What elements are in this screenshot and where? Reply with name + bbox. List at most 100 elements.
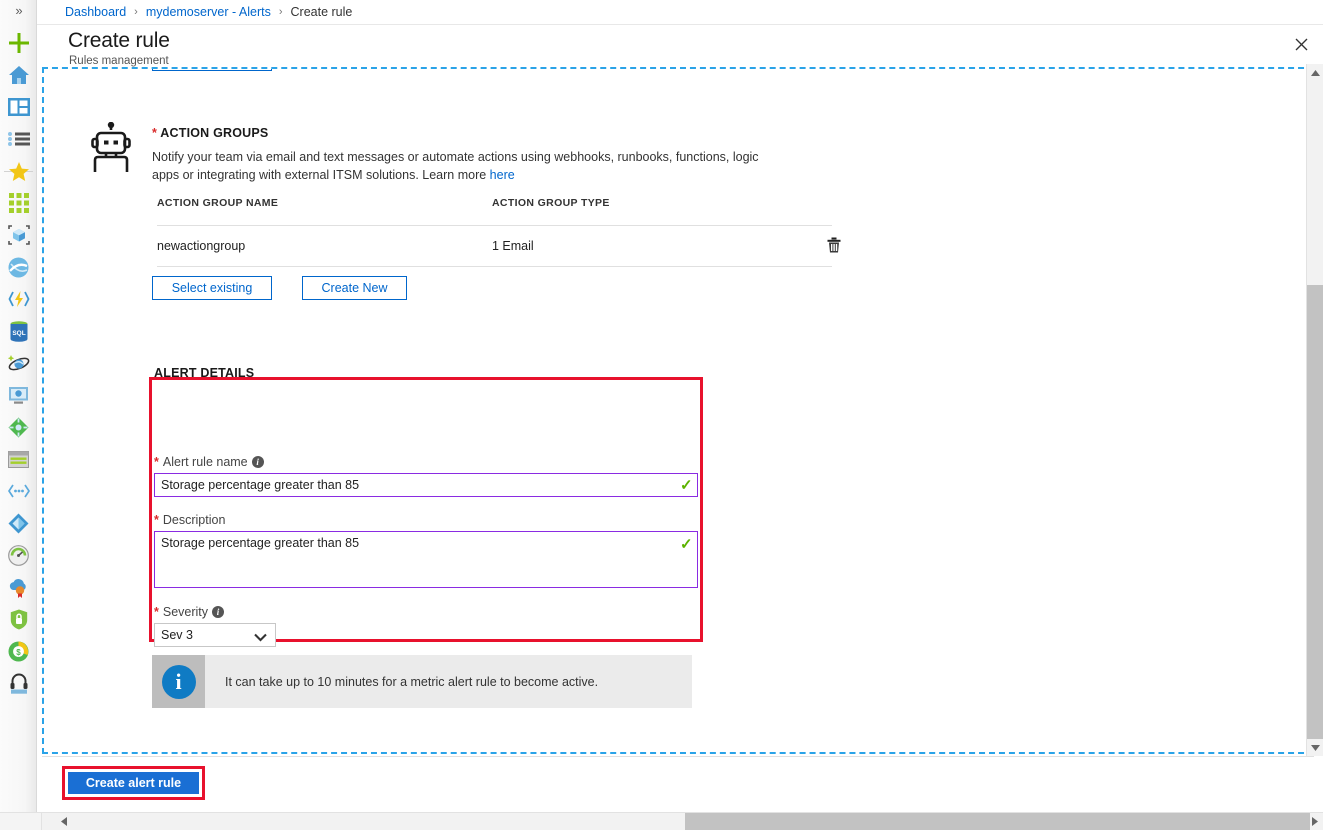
action-groups-table: ACTION GROUP NAME ACTION GROUP TYPE newa…: [157, 197, 841, 267]
lightning-icon: [7, 291, 30, 307]
storage-icon: [8, 450, 29, 468]
plus-icon: [8, 33, 29, 53]
info-icon[interactable]: i: [251, 456, 264, 468]
sidebar-item-home[interactable]: [0, 62, 37, 88]
grid-icon: [8, 193, 29, 213]
monitor-icon: [9, 386, 28, 404]
scrollbar-corner: [0, 812, 42, 830]
svg-text:SQL: SQL: [12, 330, 25, 337]
horizontal-scrollbar[interactable]: [42, 812, 1323, 830]
alert-details-highlight-box: [149, 377, 703, 642]
expand-rail-chevron-icon[interactable]: »: [0, 2, 37, 20]
table-row: newactiongroup 1 Email: [157, 226, 841, 266]
required-marker: *: [152, 126, 158, 140]
cell-action-group-name: newactiongroup: [157, 239, 246, 253]
alert-rule-name-label-text: Alert rule name: [162, 455, 248, 469]
sidebar-item-favorites[interactable]: [0, 158, 37, 184]
diamond-icon: [8, 513, 29, 533]
scrolled-off-button[interactable]: [152, 69, 272, 71]
sidebar-item-storage-accounts[interactable]: [0, 446, 37, 472]
sidebar-item-virtual-machines[interactable]: [0, 382, 37, 408]
scroll-up-arrow-icon[interactable]: [1307, 64, 1323, 81]
scroll-left-arrow-icon[interactable]: [55, 813, 72, 830]
create-new-action-group-button[interactable]: Create New: [302, 276, 407, 300]
left-navigation-rail: » SQL $: [0, 0, 37, 830]
dashboard-icon: [7, 98, 30, 116]
sidebar-item-security-center[interactable]: [0, 606, 37, 632]
sidebar-item-function-apps[interactable]: [0, 286, 37, 312]
azure-portal-window: » SQL $ Dashboard › mydemoserver - Alert…: [0, 0, 1323, 830]
load-balancer-icon: [8, 417, 29, 437]
headset-icon: [10, 673, 27, 694]
cloud-badge-icon: [9, 578, 26, 598]
close-icon[interactable]: [1286, 29, 1316, 59]
action-groups-description: Notify your team via email and text mess…: [152, 149, 787, 184]
breadcrumb-item-dashboard[interactable]: Dashboard: [65, 5, 126, 19]
planet-icon: [7, 354, 29, 370]
sidebar-item-dashboard[interactable]: [0, 94, 37, 120]
sidebar-item-azure-active-directory[interactable]: [0, 510, 37, 536]
svg-text:$: $: [16, 648, 21, 657]
info-glyph: i: [161, 664, 196, 699]
sidebar-item-all-resources[interactable]: [0, 190, 37, 216]
sidebar-item-app-services[interactable]: [0, 254, 37, 280]
description-textarea[interactable]: [154, 531, 698, 588]
cube-icon: [7, 225, 30, 245]
info-icon[interactable]: i: [212, 606, 225, 618]
vertical-scrollbar-thumb[interactable]: [1307, 285, 1323, 740]
robot-icon: [87, 121, 135, 177]
severity-label-text: Severity: [162, 605, 209, 619]
sidebar-item-resource-groups[interactable]: [0, 222, 37, 248]
sidebar-item-sql-databases[interactable]: SQL: [0, 318, 37, 344]
action-groups-heading-text: ACTION GROUPS: [160, 126, 269, 140]
blade-header: Create rule Rules management: [37, 25, 1323, 67]
network-icon: [7, 484, 30, 498]
severity-select[interactable]: Sev 0Sev 1Sev 2Sev 3Sev 4: [154, 623, 276, 647]
sidebar-item-help-and-support[interactable]: [0, 670, 37, 696]
sidebar-item-cost-management[interactable]: $: [0, 638, 37, 664]
table-divider: [157, 266, 832, 267]
sidebar-item-monitor[interactable]: [0, 542, 37, 568]
info-banner: i It can take up to 10 minutes for a met…: [152, 655, 692, 708]
breadcrumb-separator-icon: ›: [278, 6, 283, 18]
blade-footer: Create alert rule: [42, 756, 1314, 808]
description-label: * Description: [154, 513, 225, 527]
create-alert-rule-button[interactable]: Create alert rule: [68, 772, 199, 794]
sidebar-item-create-resource[interactable]: [0, 30, 37, 56]
table-header-row: ACTION GROUP NAME ACTION GROUP TYPE: [157, 197, 832, 225]
sidebar-item-virtual-networks[interactable]: [0, 478, 37, 504]
scroll-right-arrow-icon[interactable]: [1306, 813, 1323, 830]
info-banner-text: It can take up to 10 minutes for a metri…: [225, 674, 599, 689]
blade-content-scroll-area: * ACTION GROUPS Notify your team via ema…: [42, 67, 1314, 754]
horizontal-scrollbar-thumb[interactable]: [685, 813, 1310, 830]
column-header-action-group-type: ACTION GROUP TYPE: [492, 197, 610, 209]
page-subtitle: Rules management: [69, 55, 169, 67]
sidebar-item-advisor[interactable]: [0, 574, 37, 600]
sidebar-item-all-services[interactable]: [0, 126, 37, 152]
trash-icon[interactable]: [824, 235, 844, 255]
select-existing-button[interactable]: Select existing: [152, 276, 272, 300]
required-marker: *: [154, 513, 159, 527]
cost-icon: $: [8, 641, 29, 661]
action-groups-description-text: Notify your team via email and text mess…: [152, 150, 759, 182]
star-icon: [8, 161, 29, 181]
column-header-action-group-name: ACTION GROUP NAME: [157, 197, 279, 209]
shield-icon: [10, 609, 27, 629]
alert-rule-name-input[interactable]: [154, 473, 698, 497]
scroll-down-arrow-icon[interactable]: [1307, 739, 1323, 756]
vertical-scrollbar[interactable]: [1306, 64, 1323, 756]
severity-label: * Severity i: [154, 605, 225, 619]
cell-action-group-type: 1 Email: [492, 239, 534, 253]
sidebar-item-azure-cosmos-db[interactable]: [0, 350, 37, 376]
globe-icon: [8, 257, 29, 277]
sidebar-item-load-balancers[interactable]: [0, 414, 37, 440]
learn-more-link[interactable]: here: [490, 168, 515, 182]
breadcrumb: Dashboard › mydemoserver - Alerts › Crea…: [37, 0, 1323, 25]
required-marker: *: [154, 455, 159, 469]
sql-database-icon: SQL: [10, 320, 27, 342]
breadcrumb-item-alerts[interactable]: mydemoserver - Alerts: [146, 5, 271, 19]
alert-rule-name-label: * Alert rule name i: [154, 455, 264, 469]
breadcrumb-item-create-rule: Create rule: [290, 5, 353, 19]
breadcrumb-separator-icon: ›: [134, 6, 138, 18]
action-groups-heading: * ACTION GROUPS: [152, 126, 268, 140]
